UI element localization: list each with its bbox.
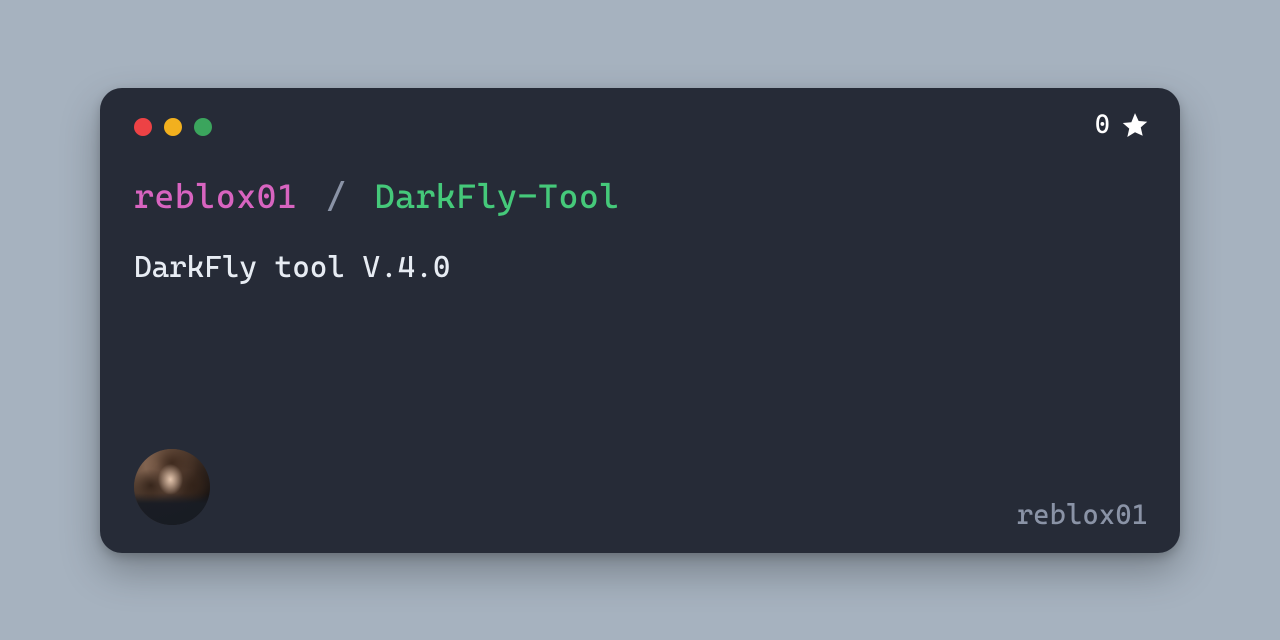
zoom-icon[interactable] — [194, 118, 212, 136]
star-count-value: 0 — [1095, 110, 1110, 140]
star-count[interactable]: 0 — [1095, 110, 1150, 140]
repo-name[interactable]: DarkFly-Tool — [375, 176, 620, 216]
repo-owner[interactable]: reblox01 — [134, 176, 297, 216]
repo-card: 0 reblox01 / DarkFly-Tool DarkFly tool V… — [100, 88, 1180, 553]
star-icon — [1120, 110, 1150, 140]
repo-title: reblox01 / DarkFly-Tool — [134, 176, 1146, 216]
window-traffic-lights — [134, 118, 1146, 136]
avatar[interactable] — [134, 449, 210, 525]
close-icon[interactable] — [134, 118, 152, 136]
owner-handle[interactable]: reblox01 — [1017, 498, 1148, 531]
repo-separator: / — [326, 176, 346, 216]
repo-description: DarkFly tool V.4.0 — [134, 250, 1146, 285]
minimize-icon[interactable] — [164, 118, 182, 136]
